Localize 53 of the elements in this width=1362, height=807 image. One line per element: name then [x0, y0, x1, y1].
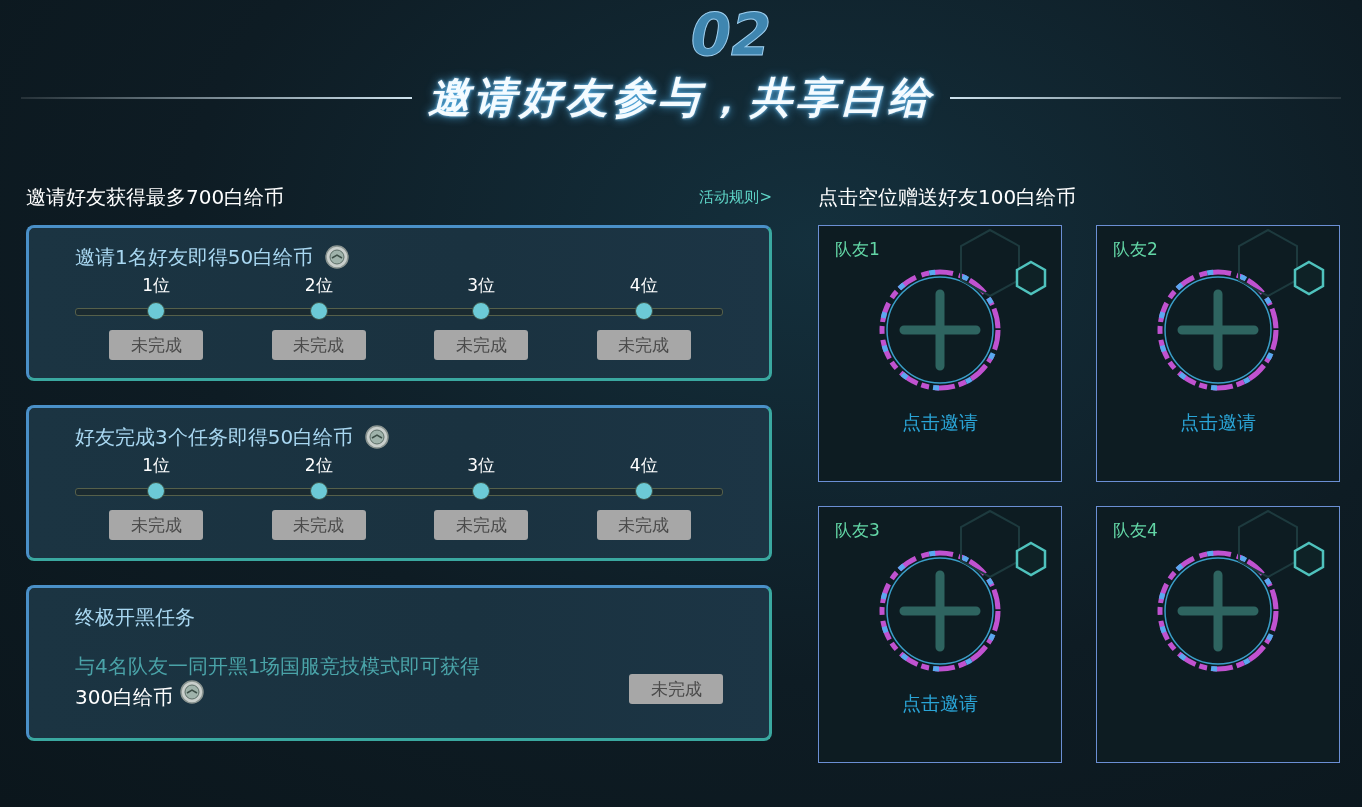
- coin-icon: [179, 680, 204, 704]
- add-icon: [1156, 549, 1280, 673]
- panel-heading: 邀请好友获得最多700白给币: [26, 183, 285, 211]
- task-title: 好友完成3个任务即得50白给币: [75, 423, 354, 451]
- add-icon: [878, 268, 1002, 392]
- status-button[interactable]: 未完成: [109, 510, 204, 540]
- progress-dot: [147, 482, 166, 500]
- rules-link[interactable]: 活动规则>: [699, 187, 772, 207]
- coin-icon: [325, 245, 350, 269]
- progress-dot: [472, 302, 491, 320]
- add-icon: [1156, 268, 1280, 392]
- invite-link[interactable]: 点击邀请: [1180, 410, 1256, 436]
- teammate-label: 队友3: [835, 519, 880, 542]
- teammate-slot[interactable]: 队友2 点击邀请: [1096, 225, 1340, 482]
- panel-heading: 点击空位赠送好友100白给币: [818, 183, 1077, 211]
- status-button[interactable]: 未完成: [629, 674, 723, 704]
- progress-dot: [634, 482, 653, 500]
- step-label: 2位: [304, 454, 333, 476]
- step-label: 4位: [629, 454, 658, 476]
- step-label: 3位: [467, 454, 496, 476]
- status-button[interactable]: 未完成: [596, 330, 691, 360]
- task-title: 邀请1名好友即得50白给币: [75, 243, 314, 271]
- teammate-label: 队友1: [835, 238, 880, 261]
- status-button[interactable]: 未完成: [596, 510, 691, 540]
- add-icon: [878, 549, 1002, 673]
- status-button[interactable]: 未完成: [271, 330, 366, 360]
- task-description: 与4名队友一同开黑1场国服竞技模式即可获得: [75, 654, 481, 678]
- progress-dot: [472, 482, 491, 500]
- section-title: 邀请好友参与，共享白给: [428, 72, 934, 124]
- progress-dot: [309, 302, 328, 320]
- status-button[interactable]: 未完成: [434, 510, 529, 540]
- progress-dot: [309, 482, 328, 500]
- progress-dot: [147, 302, 166, 320]
- task-title: 终极开黑任务: [75, 603, 195, 631]
- reward-text: 300白给币: [75, 685, 174, 709]
- teammate-label: 队友4: [1113, 519, 1158, 542]
- progress-dot: [634, 302, 653, 320]
- coin-icon: [365, 425, 390, 449]
- section-number: 02: [690, 6, 772, 64]
- step-label: 2位: [304, 274, 333, 296]
- status-button[interactable]: 未完成: [109, 330, 204, 360]
- teammate-slot[interactable]: 队友4: [1096, 506, 1340, 763]
- invite-link[interactable]: 点击邀请: [902, 691, 978, 717]
- step-label: 1位: [142, 274, 171, 296]
- teammate-slot[interactable]: 队友3 点击邀请: [818, 506, 1062, 763]
- invite-link[interactable]: 点击邀请: [902, 410, 978, 436]
- step-label: 3位: [467, 274, 496, 296]
- step-label: 4位: [629, 274, 658, 296]
- step-label: 1位: [142, 454, 171, 476]
- status-button[interactable]: 未完成: [434, 330, 529, 360]
- teammate-slot[interactable]: 队友1 点击邀请: [818, 225, 1062, 482]
- teammate-label: 队友2: [1113, 238, 1158, 261]
- status-button[interactable]: 未完成: [271, 510, 366, 540]
